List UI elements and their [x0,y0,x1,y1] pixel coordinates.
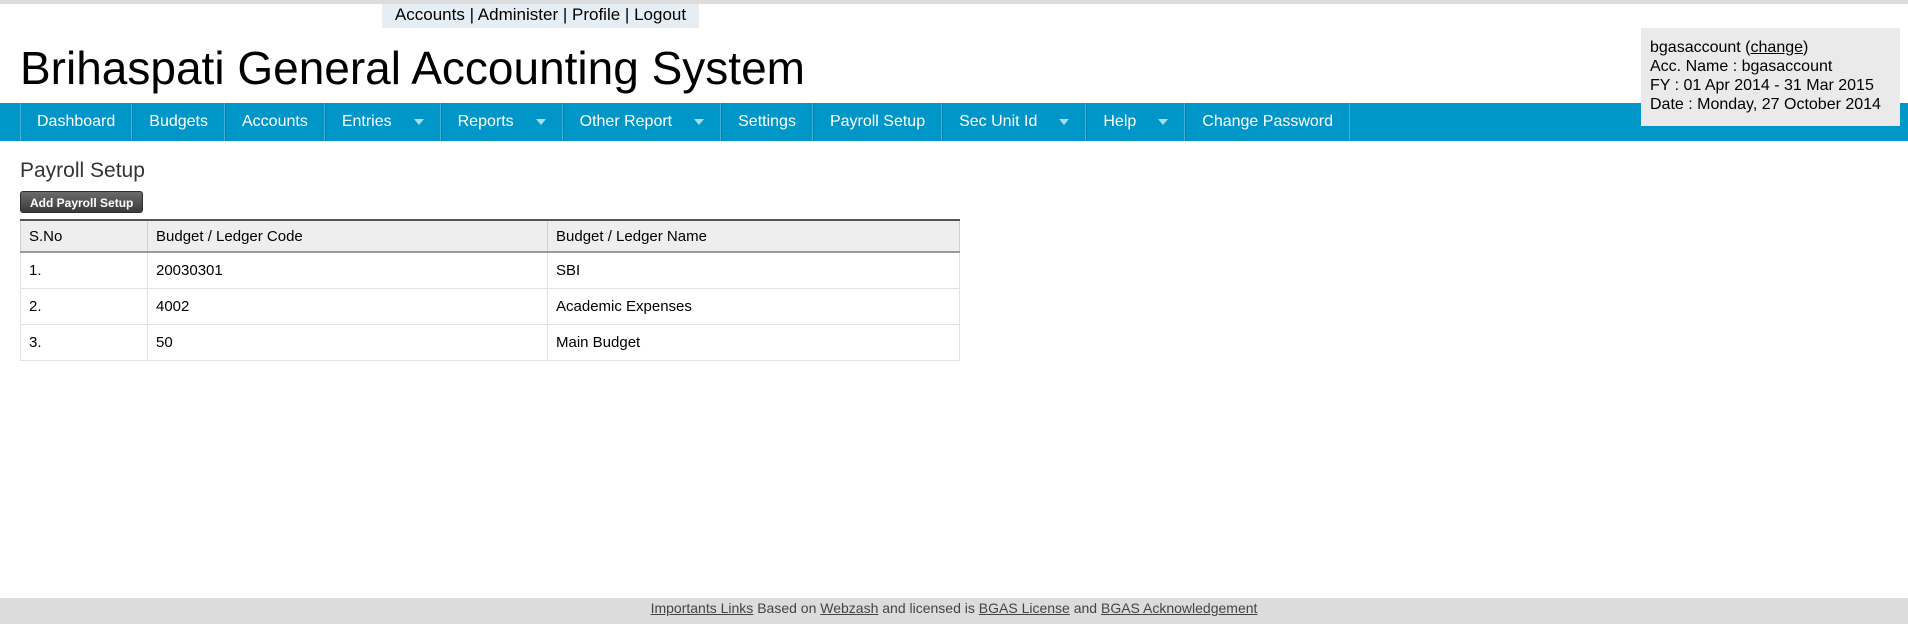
cell-sno: 2. [20,288,148,325]
table-row: 2. 4002 Academic Expenses [20,288,960,325]
table-header-row: S.No Budget / Ledger Code Budget / Ledge… [20,219,960,253]
account-user-line: bgasaccount (change) [1650,39,1809,56]
footer-text: Based on [757,600,817,616]
nav-item-payroll-setup[interactable]: Payroll Setup [812,103,943,141]
nav-item-label: Entries [341,113,392,130]
change-account-link[interactable]: change [1751,39,1804,56]
separator: | [562,5,568,24]
nav-item-sec-unit-id[interactable]: Sec Unit Id [942,103,1087,141]
cell-sno: 1. [20,251,148,289]
webzash-link[interactable]: Webzash [820,600,878,616]
cell-code: 20030301 [147,251,548,289]
nav-item-label: Budgets [149,113,208,130]
column-header-sno: S.No [20,219,148,253]
nav-item-budgets[interactable]: Budgets [132,103,225,141]
nav-item-label: Other Report [579,113,673,130]
top-links-bar: Accounts | Administer | Profile | Logout [382,4,699,28]
account-name: Acc. Name : bgasaccount [1650,58,1833,75]
separator: | [624,5,630,24]
add-payroll-setup-button[interactable]: Add Payroll Setup [20,191,144,213]
footer: Importants Links Based on Webzash and li… [0,598,1908,624]
column-header-code: Budget / Ledger Code [147,219,548,253]
cell-name: Academic Expenses [547,288,960,325]
cell-name: Main Budget [547,324,960,361]
nav-item-label: Dashboard [37,113,116,130]
separator: | [469,5,474,24]
cell-name: SBI [547,251,960,289]
account-username: bgasaccount [1650,39,1741,56]
profile-link[interactable]: Profile [572,5,620,24]
nav-item-label: Change Password [1202,113,1334,130]
top-strip [0,0,1908,4]
administer-link[interactable]: Administer [478,5,558,24]
dropdown-caret-icon [535,119,546,125]
footer-text: and [1073,600,1098,616]
current-date: Date : Monday, 27 October 2014 [1650,96,1881,113]
table-row: 1. 20030301 SBI [20,251,960,289]
dropdown-caret-icon [413,119,424,125]
payroll-setup-table: S.No Budget / Ledger Code Budget / Ledge… [20,219,960,361]
nav-item-other-report[interactable]: Other Report [562,103,722,141]
nav-item-label: Payroll Setup [829,113,926,130]
bgas-license-link[interactable]: BGAS License [979,600,1070,616]
nav-item-entries[interactable]: Entries [324,103,441,141]
logout-link[interactable]: Logout [634,5,686,24]
app-title: Brihaspati General Accounting System [20,42,805,94]
dropdown-caret-icon [1059,119,1070,125]
main-nav: Dashboard Budgets Accounts Entries Repor… [0,103,1908,141]
nav-item-label: Help [1103,113,1137,130]
fiscal-year: FY : 01 Apr 2014 - 31 Mar 2015 [1650,77,1874,94]
nav-item-label: Accounts [242,113,308,130]
nav-item-label: Settings [738,113,796,130]
table-row: 3. 50 Main Budget [20,324,960,361]
footer-text: and licensed is [882,600,975,616]
nav-item-change-password[interactable]: Change Password [1185,103,1351,141]
nav-item-help[interactable]: Help [1086,103,1186,141]
nav-item-reports[interactable]: Reports [440,103,563,141]
nav-item-label: Sec Unit Id [959,113,1038,130]
nav-item-accounts[interactable]: Accounts [225,103,325,141]
cell-code: 4002 [147,288,548,325]
nav-item-label: Reports [457,113,514,130]
dropdown-caret-icon [1158,119,1169,125]
accounts-link[interactable]: Accounts [395,5,465,24]
nav-item-dashboard[interactable]: Dashboard [20,103,133,141]
important-links-link[interactable]: Importants Links [651,600,754,616]
bgas-acknowledgement-link[interactable]: BGAS Acknowledgement [1101,600,1257,616]
dropdown-caret-icon [694,119,705,125]
cell-code: 50 [147,324,548,361]
column-header-name: Budget / Ledger Name [547,219,960,253]
page-title: Payroll Setup [20,159,145,182]
account-info-box: bgasaccount (change) Acc. Name : bgasacc… [1641,28,1900,126]
nav-item-settings[interactable]: Settings [721,103,813,141]
cell-sno: 3. [20,324,148,361]
